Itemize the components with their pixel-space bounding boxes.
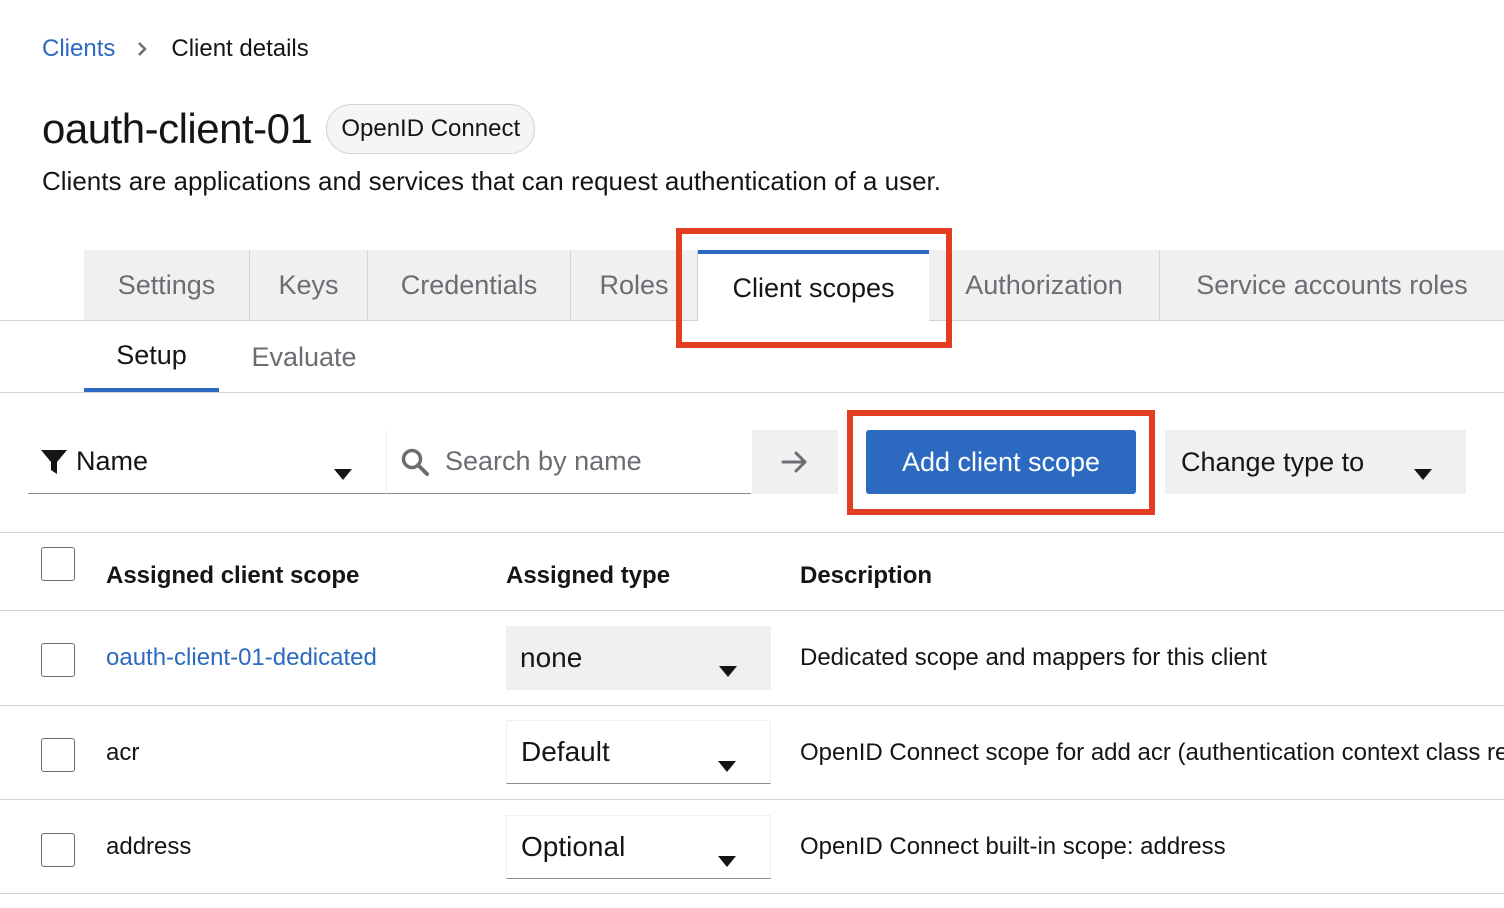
tab-service-accounts-roles[interactable]: Service accounts roles [1160, 250, 1504, 320]
client-scope-name: address [106, 833, 192, 860]
subtab-evaluate[interactable]: Evaluate [219, 322, 389, 392]
caret-down-icon [718, 747, 736, 779]
row-checkbox[interactable] [41, 738, 75, 772]
protocol-badge: OpenID Connect [326, 104, 536, 154]
column-header-type[interactable]: Assigned type [506, 562, 670, 590]
search-submit-button[interactable] [752, 430, 838, 494]
tab-settings[interactable]: Settings [84, 250, 250, 320]
select-all-checkbox[interactable] [41, 547, 75, 581]
assigned-type-select[interactable]: Optional [506, 815, 771, 879]
search-field [386, 430, 751, 494]
tab-client-scopes[interactable]: Client scopes [698, 250, 929, 322]
assigned-type-select[interactable]: none [506, 626, 771, 690]
caret-down-icon [1414, 456, 1432, 487]
tab-credentials[interactable]: Credentials [368, 250, 571, 320]
search-input[interactable] [443, 445, 747, 478]
client-scope-name: acr [106, 739, 140, 766]
breadcrumb: Clients Client details [42, 32, 309, 66]
tab-roles[interactable]: Roles [571, 250, 698, 320]
filter-icon [40, 448, 68, 476]
description-cell: Dedicated scope and mappers for this cli… [800, 644, 1267, 671]
caret-down-icon [718, 842, 736, 874]
caret-down-icon [334, 456, 352, 487]
row-divider [0, 799, 1504, 800]
column-header-scope[interactable]: Assigned client scope [106, 562, 359, 590]
search-icon [401, 448, 429, 476]
assigned-type-select[interactable]: Default [506, 720, 771, 784]
description-cell: OpenID Connect built-in scope: address [800, 833, 1226, 860]
page-header: oauth-client-01 OpenID Connect [42, 104, 536, 154]
breadcrumb-current: Client details [171, 35, 309, 62]
filter-attribute-select[interactable]: Name [28, 430, 386, 494]
row-divider [0, 610, 1504, 611]
tab-keys[interactable]: Keys [250, 250, 368, 320]
description-cell: OpenID Connect scope for add acr (authen… [800, 739, 1504, 766]
chevron-right-icon [137, 41, 148, 57]
subtab-setup[interactable]: Setup [84, 322, 219, 392]
client-scope-link[interactable]: oauth-client-01-dedicated [106, 644, 377, 672]
page-subtitle: Clients are applications and services th… [42, 166, 941, 196]
assigned-type-value: Optional [521, 831, 626, 862]
tab-authorization[interactable]: Authorization [929, 250, 1160, 320]
filter-attribute-label: Name [76, 446, 149, 476]
change-type-label: Change type to [1181, 446, 1365, 477]
row-checkbox[interactable] [41, 643, 75, 677]
column-header-description: Description [800, 562, 933, 589]
caret-down-icon [719, 652, 737, 684]
assigned-type-value: Default [521, 736, 610, 767]
row-divider [0, 893, 1504, 894]
breadcrumb-clients-link[interactable]: Clients [42, 35, 115, 63]
row-checkbox[interactable] [41, 833, 75, 867]
page-title: oauth-client-01 [42, 105, 313, 152]
change-type-dropdown[interactable]: Change type to [1165, 430, 1466, 494]
assigned-type-value: none [520, 642, 583, 673]
add-client-scope-button[interactable]: Add client scope [866, 430, 1136, 494]
row-divider [0, 705, 1504, 706]
arrow-right-icon [781, 450, 809, 474]
subtabs-divider [0, 392, 1504, 393]
toolbar-divider [0, 532, 1504, 533]
